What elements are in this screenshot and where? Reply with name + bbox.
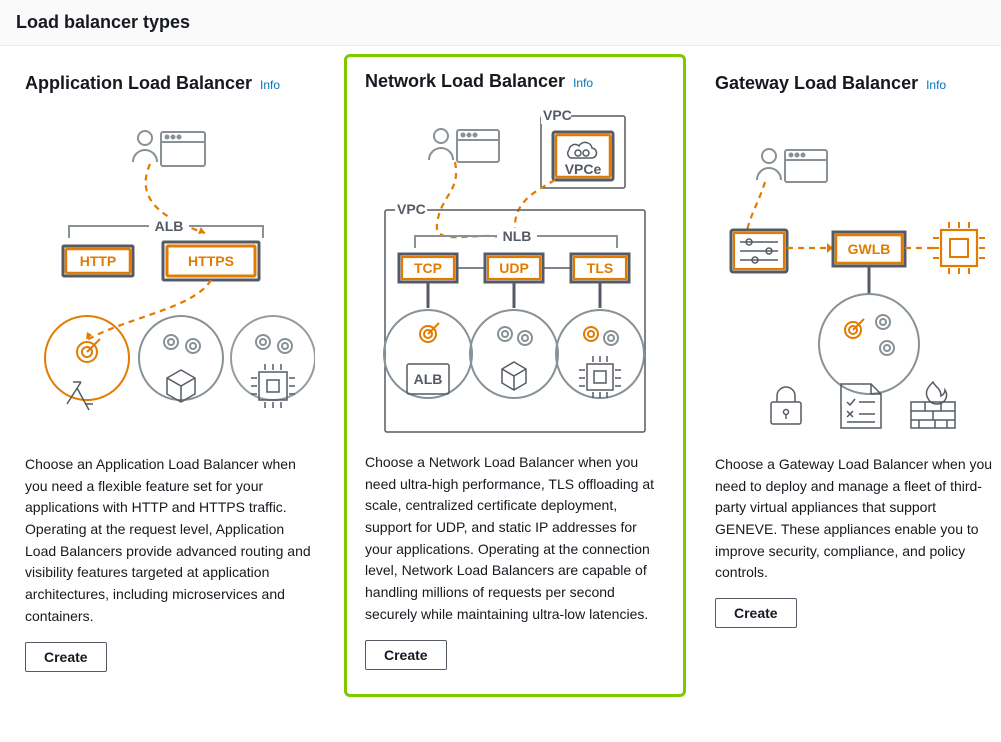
- alb-diagram: ALB HTTP HTTPS: [25, 108, 315, 444]
- card-alb: Application Load Balancer Info: [4, 54, 336, 697]
- udp-label: UDP: [499, 260, 529, 276]
- gwlb-diagram: GWLB: [715, 108, 995, 444]
- nlb-target-1-icon: ALB: [384, 310, 472, 398]
- alb-info-link[interactable]: Info: [260, 78, 280, 92]
- gwlb-info-link[interactable]: Info: [926, 78, 946, 92]
- nlb-target-3-icon: [556, 310, 644, 398]
- nlb-label: NLB: [503, 228, 532, 244]
- target-group-3-icon: [231, 316, 315, 408]
- vpce-label: VPCe: [565, 161, 602, 177]
- card-gwlb-title: Gateway Load Balancer: [715, 73, 918, 94]
- alb-label: ALB: [155, 218, 184, 234]
- alb-create-button[interactable]: Create: [25, 642, 107, 672]
- gwlb-description: Choose a Gateway Load Balancer when you …: [715, 454, 995, 584]
- checklist-icon: [841, 384, 881, 428]
- nlb-info-link[interactable]: Info: [573, 76, 593, 90]
- tls-label: TLS: [587, 260, 613, 276]
- page-header: Load balancer types: [0, 0, 1001, 46]
- alb-description: Choose an Application Load Balancer when…: [25, 454, 315, 628]
- vpc-label-2: VPC: [397, 201, 426, 217]
- vpc-label-1: VPC: [543, 107, 572, 123]
- lb-type-cards: Application Load Balancer Info: [0, 46, 1001, 705]
- nlb-description: Choose a Network Load Balancer when you …: [365, 452, 665, 626]
- gwlb-target-icon: [819, 294, 919, 394]
- card-gwlb: Gateway Load Balancer Info: [694, 54, 1001, 697]
- nlb-target-2-icon: [470, 310, 558, 398]
- gwlb-label: GWLB: [848, 241, 891, 257]
- nlb-create-button[interactable]: Create: [365, 640, 447, 670]
- card-nlb: Network Load Balancer Info VPC: [344, 54, 686, 697]
- nlb-diagram: VPC VPCe VPC NLB: [365, 106, 665, 442]
- https-label: HTTPS: [188, 253, 234, 269]
- card-alb-title: Application Load Balancer: [25, 73, 252, 94]
- gwlb-create-button[interactable]: Create: [715, 598, 797, 628]
- firewall-icon: [911, 382, 955, 428]
- target-group-2-icon: [139, 316, 223, 402]
- chip-icon: [933, 222, 985, 274]
- page-title: Load balancer types: [16, 12, 985, 33]
- http-label: HTTP: [80, 253, 117, 269]
- lock-icon: [771, 387, 801, 424]
- tcp-label: TCP: [414, 260, 442, 276]
- card-nlb-title: Network Load Balancer: [365, 71, 565, 92]
- nlb-alb-label: ALB: [414, 371, 443, 387]
- target-group-1-icon: [45, 316, 129, 410]
